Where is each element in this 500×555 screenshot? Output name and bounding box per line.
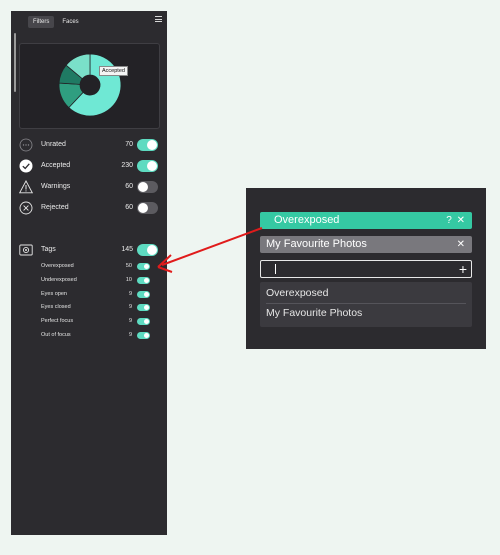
annotation-arrow [157,227,263,273]
